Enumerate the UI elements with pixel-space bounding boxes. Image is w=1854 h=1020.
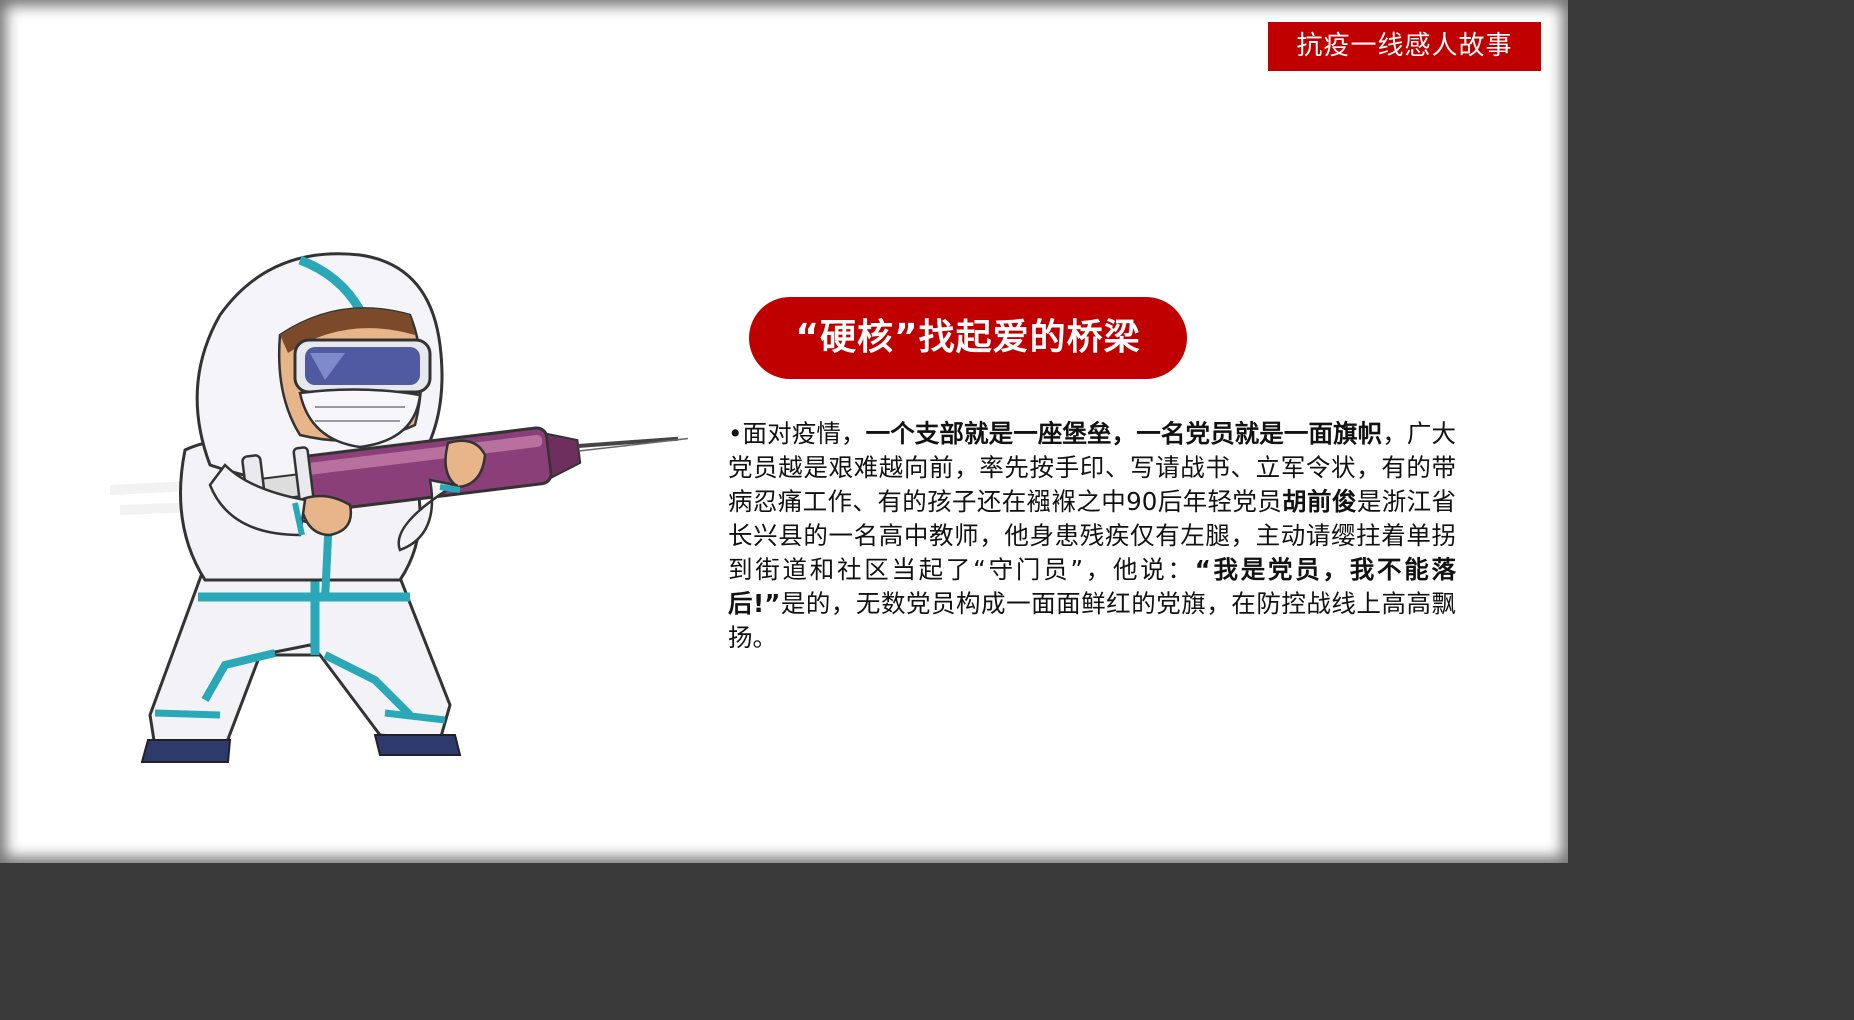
text-segment: 是的，无数党员构成一面面鲜红的党旗，在防控战线上高高飘扬。 <box>728 589 1457 652</box>
text-segment: 面对疫情， <box>742 419 866 448</box>
bullet: • <box>728 419 743 448</box>
slide: 抗疫一线感人故事 “硬核”找起爱的桥梁 •面对疫情，一个支部就是一座堡垒，一名党… <box>0 0 1568 863</box>
story-paragraph: •面对疫情，一个支部就是一座堡垒，一名党员就是一面旗帜，广大党员越是艰难越向前，… <box>728 417 1456 655</box>
medical-worker-syringe-icon <box>110 252 689 763</box>
bold-phrase: 一个支部就是一座堡垒，一名党员就是一面旗帜 <box>865 419 1383 448</box>
bold-name: 胡前俊 <box>1282 487 1357 516</box>
section-tag: 抗疫一线感人故事 <box>1268 22 1541 71</box>
headline-banner: “硬核”找起爱的桥梁 <box>749 297 1187 379</box>
